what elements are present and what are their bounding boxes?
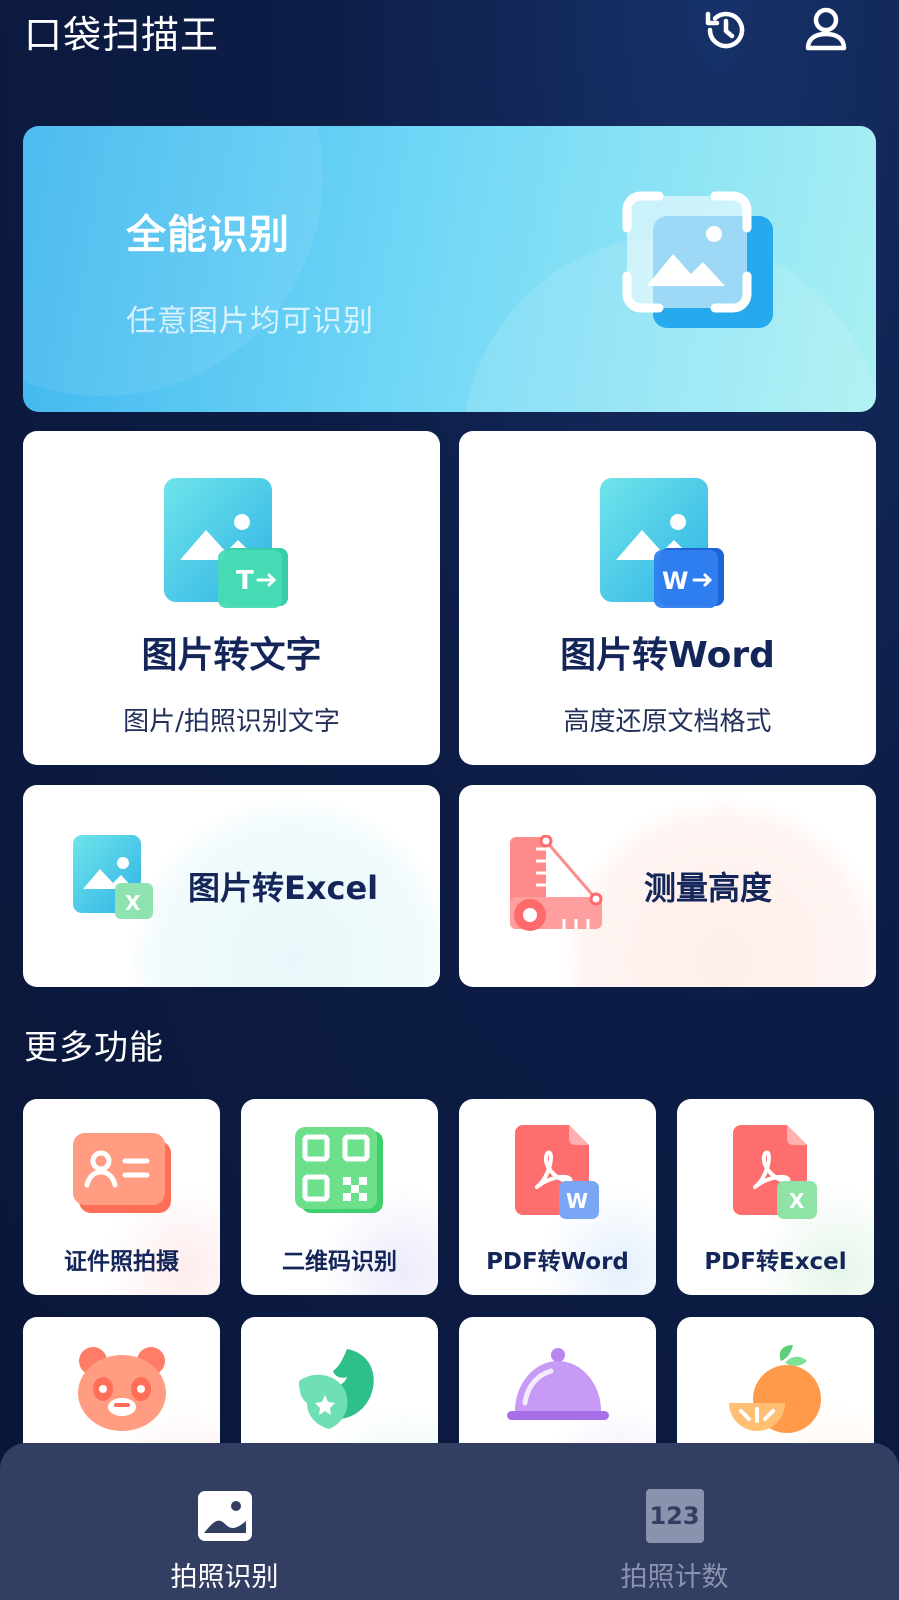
pdf-to-excel-label: PDF转Excel xyxy=(704,1249,847,1275)
counter-123-icon: 123 xyxy=(645,1489,704,1543)
fruit-icon xyxy=(721,1341,831,1441)
tab-photo-recognition[interactable]: 拍照识别 xyxy=(0,1443,449,1600)
image-to-text-icon: T xyxy=(162,476,302,616)
image-to-excel-title: 图片转Excel xyxy=(188,869,379,907)
more-features-title: 更多功能 xyxy=(24,1028,164,1068)
qr-code-label: 二维码识别 xyxy=(282,1249,397,1275)
banner-subtitle: 任意图片均可识别 xyxy=(126,304,374,339)
image-to-word-subtitle: 高度还原文档格式 xyxy=(563,707,772,737)
svg-text:W: W xyxy=(662,567,688,595)
image-to-excel-card[interactable]: X 图片转Excel xyxy=(23,785,440,987)
pdf-to-word-label: PDF转Word xyxy=(486,1249,629,1275)
image-to-text-title: 图片转文字 xyxy=(141,635,322,676)
pdf-to-word-tile[interactable]: W PDF转Word xyxy=(459,1099,656,1295)
id-card-icon xyxy=(67,1123,177,1223)
panda-icon xyxy=(67,1341,177,1441)
bottom-tab-bar: 拍照识别 123 拍照计数 xyxy=(0,1443,899,1600)
photo-icon xyxy=(196,1489,254,1543)
svg-text:X: X xyxy=(125,891,141,915)
measure-height-icon xyxy=(504,834,604,935)
id-photo-label: 证件照拍摄 xyxy=(64,1249,179,1275)
measure-height-title: 测量高度 xyxy=(644,869,773,907)
app-title: 口袋扫描王 xyxy=(24,13,220,57)
image-scan-icon xyxy=(613,188,783,348)
svg-text:T: T xyxy=(236,566,254,596)
plant-icon xyxy=(285,1341,395,1441)
user-icon[interactable] xyxy=(800,4,852,56)
image-to-excel-icon: X xyxy=(73,835,173,935)
qr-code-icon xyxy=(285,1123,395,1223)
history-icon[interactable] xyxy=(700,4,752,56)
svg-text:X: X xyxy=(789,1189,805,1213)
all-round-recognition-banner[interactable]: 全能识别 任意图片均可识别 xyxy=(23,126,876,412)
id-photo-tile[interactable]: 证件照拍摄 xyxy=(23,1099,220,1295)
pdf-to-excel-tile[interactable]: X PDF转Excel xyxy=(677,1099,874,1295)
svg-text:W: W xyxy=(566,1189,588,1213)
image-to-text-subtitle: 图片/拍照识别文字 xyxy=(123,707,340,737)
counter-123-glyph: 123 xyxy=(645,1489,704,1543)
food-cloche-icon xyxy=(503,1341,613,1441)
image-to-word-card[interactable]: W 图片转Word 高度还原文档格式 xyxy=(459,431,876,765)
tab-photo-recognition-label: 拍照识别 xyxy=(170,1562,279,1593)
pdf-excel-icon: X xyxy=(721,1123,831,1223)
measure-height-card[interactable]: 测量高度 xyxy=(459,785,876,987)
banner-title: 全能识别 xyxy=(126,212,290,258)
image-to-text-card[interactable]: T 图片转文字 图片/拍照识别文字 xyxy=(23,431,440,765)
image-to-word-title: 图片转Word xyxy=(560,635,775,676)
tab-photo-counting[interactable]: 123 拍照计数 xyxy=(450,1443,899,1600)
app-header: 口袋扫描王 xyxy=(0,0,899,70)
image-to-word-icon: W xyxy=(598,476,738,616)
qr-code-tile[interactable]: 二维码识别 xyxy=(241,1099,438,1295)
tab-photo-counting-label: 拍照计数 xyxy=(620,1562,729,1593)
pdf-word-icon: W xyxy=(503,1123,613,1223)
